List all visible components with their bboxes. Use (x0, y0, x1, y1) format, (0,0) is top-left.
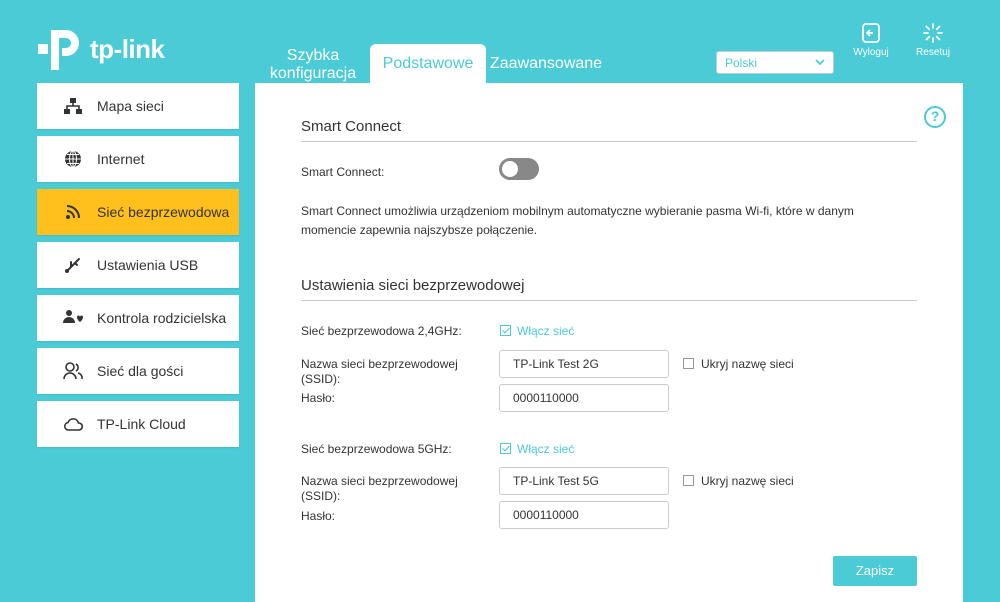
sidebar-item-label: Sieć dla gości (97, 363, 184, 379)
band5-ssid-label: Nazwa sieci bezprzewodowej (SSID): (301, 474, 458, 504)
wifi-icon (63, 202, 83, 222)
description-line: momencie zapewnia najszybsze połączenie. (301, 223, 538, 237)
tab-quick-setup-line2: konfiguracja (269, 65, 357, 82)
description-line: Smart Connect umożliwia urządzeniom mobi… (301, 204, 854, 218)
sidebar-item-label: Ustawienia USB (97, 257, 199, 273)
sidebar-item-label: Sieć bezprzewodowa (97, 204, 230, 220)
reset-button[interactable]: Resetuj (908, 22, 958, 58)
band5-enable-label[interactable]: Włącz sieć (517, 442, 574, 456)
band24-ssid-input[interactable]: TP-Link Test 2G (499, 350, 669, 378)
sidebar-item-label: Kontrola rodzicielska (97, 310, 227, 326)
sidebar-item-wireless[interactable]: Sieć bezprzewodowa (37, 189, 239, 235)
network-map-icon (63, 96, 83, 116)
smart-connect-title: Smart Connect (301, 118, 402, 135)
smart-connect-description: Smart Connect umożliwia urządzeniom mobi… (301, 202, 901, 240)
ssid-label-line: Nazwa sieci bezprzewodowej (301, 474, 458, 488)
sidebar-item-parental-control[interactable]: Kontrola rodzicielska (37, 295, 239, 341)
band5-enable-checkbox[interactable] (500, 443, 511, 454)
smart-connect-label: Smart Connect: (301, 165, 385, 179)
logout-label: Wyloguj (853, 47, 889, 58)
guest-icon (63, 361, 83, 381)
ssid-label-line: Nazwa sieci bezprzewodowej (301, 357, 458, 371)
brand-name: tp-link (90, 33, 165, 64)
parental-icon (63, 308, 83, 328)
wireless-settings-title: Ustawienia sieci bezprzewodowej (301, 277, 525, 294)
sidebar-item-label: Internet (97, 151, 145, 167)
band5-label: Sieć bezprzewodowa 5GHz: (301, 442, 452, 456)
sidebar-item-usb[interactable]: Ustawienia USB (37, 242, 239, 288)
sidebar-item-network-map[interactable]: Mapa sieci (37, 83, 239, 129)
reset-label: Resetuj (916, 47, 950, 58)
sidebar-item-internet[interactable]: Internet (37, 136, 239, 182)
band5-ssid-input[interactable]: TP-Link Test 5G (499, 467, 669, 495)
cloud-icon (63, 414, 83, 434)
band5-hide-ssid-checkbox[interactable] (683, 475, 694, 486)
tab-basic[interactable]: Podstawowe (370, 44, 486, 83)
logout-icon (862, 23, 880, 43)
band24-password-input[interactable]: 0000110000 (499, 384, 669, 412)
band24-hide-ssid-label[interactable]: Ukryj nazwę sieci (701, 357, 794, 371)
main-tabs: Szybka konfiguracja Podstawowe Zaawansow… (256, 44, 606, 83)
usb-icon (63, 255, 83, 275)
sidebar-item-guest-network[interactable]: Sieć dla gości (37, 348, 239, 394)
band24-password-label: Hasło: (301, 391, 336, 405)
chevron-down-icon (815, 57, 825, 69)
language-value: Polski (725, 55, 758, 70)
sidebar-item-label: TP-Link Cloud (97, 416, 186, 432)
save-button[interactable]: Zapisz (833, 556, 917, 586)
band5-hide-ssid-label[interactable]: Ukryj nazwę sieci (701, 474, 794, 488)
sidebar: Mapa sieci Internet Sieć bezprzewodowa U… (37, 83, 239, 454)
band24-label: Sieć bezprzewodowa 2,4GHz: (301, 324, 462, 338)
band5-password-input[interactable]: 0000110000 (499, 501, 669, 529)
tp-link-logo: tp-link (36, 26, 165, 72)
divider (301, 141, 917, 142)
sidebar-item-tplink-cloud[interactable]: TP-Link Cloud (37, 401, 239, 447)
language-select[interactable]: Polski (716, 51, 834, 74)
help-icon[interactable]: ? (924, 106, 946, 128)
band24-hide-ssid-checkbox[interactable] (683, 358, 694, 369)
band24-ssid-label: Nazwa sieci bezprzewodowej (SSID): (301, 357, 458, 387)
ssid-label-line: (SSID): (301, 372, 341, 386)
ssid-label-line: (SSID): (301, 489, 341, 503)
divider (301, 300, 917, 301)
sidebar-item-label: Mapa sieci (97, 98, 164, 114)
band5-password-label: Hasło: (301, 509, 336, 523)
band24-enable-checkbox[interactable] (500, 325, 511, 336)
smart-connect-toggle[interactable] (499, 158, 539, 180)
globe-icon (63, 149, 83, 169)
reset-icon (923, 23, 943, 43)
tab-advanced[interactable]: Zaawansowane (486, 44, 606, 83)
toggle-knob (502, 161, 518, 177)
logout-button[interactable]: Wyloguj (846, 22, 896, 58)
tab-quick-setup[interactable]: Szybka konfiguracja (256, 44, 370, 83)
tab-quick-setup-line1: Szybka (286, 47, 340, 64)
band24-enable-label[interactable]: Włącz sieć (517, 324, 574, 338)
logo-mark-icon (38, 30, 79, 70)
